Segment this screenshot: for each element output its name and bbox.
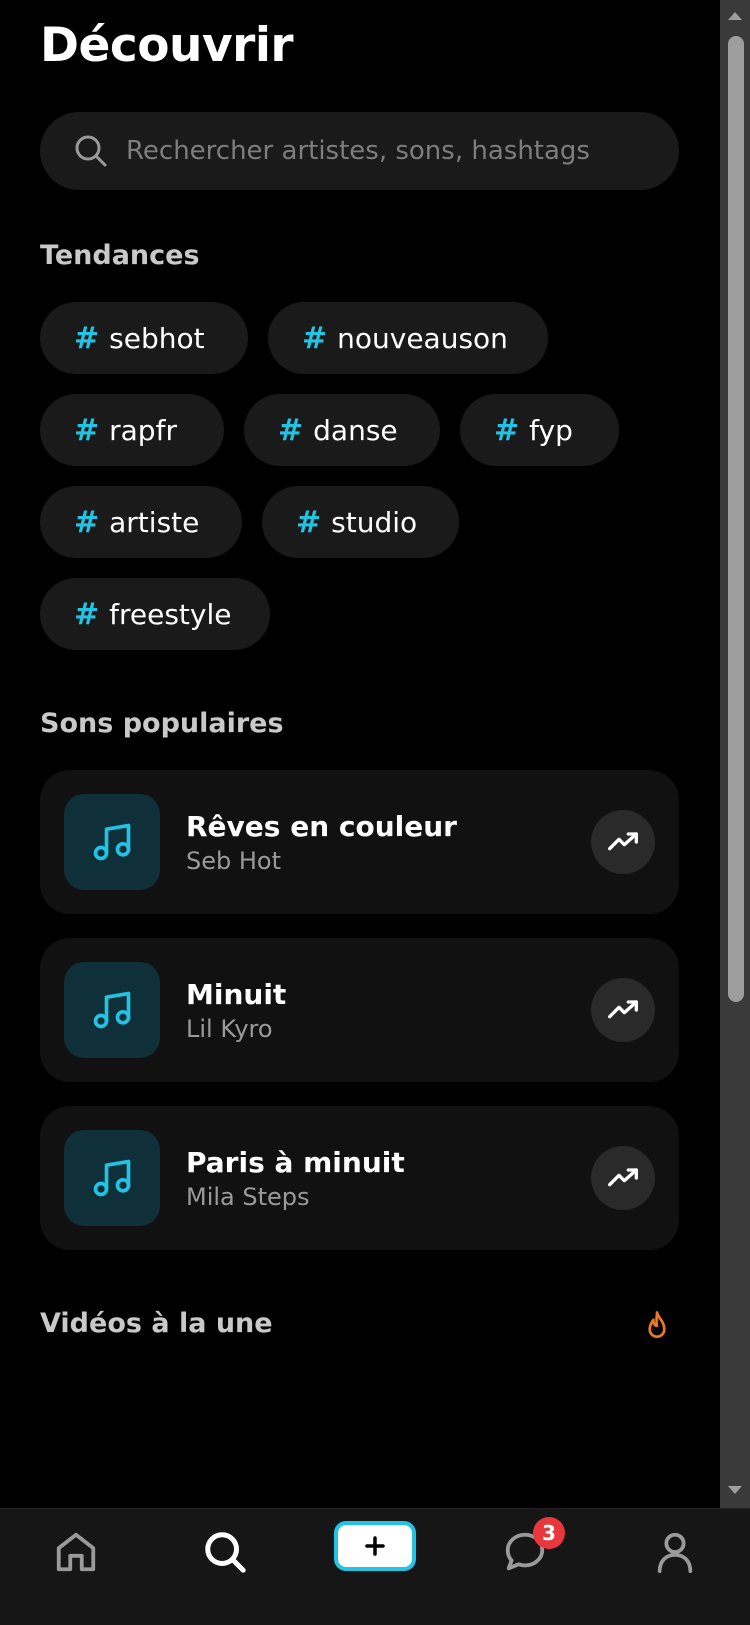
sound-cover (64, 962, 160, 1058)
hashtag-icon: # (74, 596, 100, 632)
trending-heading: Tendances (40, 240, 200, 271)
tag-chip[interactable]: # danse (244, 394, 440, 466)
sound-title: Rêves en couleur (186, 809, 457, 843)
tag-chip[interactable]: # artiste (40, 486, 242, 558)
scroll-up-arrow-icon[interactable] (727, 10, 743, 22)
sound-card[interactable]: Paris à minuit Mila Steps (40, 1106, 679, 1250)
sound-title: Paris à minuit (186, 1145, 405, 1179)
music-note-icon (93, 991, 131, 1029)
hashtag-icon: # (494, 412, 520, 448)
scrollbar-thumb[interactable] (728, 36, 744, 1002)
sound-artist: Lil Kyro (186, 1014, 273, 1043)
trending-tags: # sebhot # nouveauson # rapfr # danse # fyp #… (40, 302, 680, 670)
hashtag-icon: # (278, 412, 304, 448)
popular-sounds-heading: Sons populaires (40, 708, 284, 739)
popular-sounds-list: Rêves en couleur Seb Hot Minuit Lil Kyro… (40, 770, 679, 1274)
sound-cover (64, 794, 160, 890)
trending-button[interactable] (591, 810, 655, 874)
tag-label: sebhot (109, 321, 205, 355)
hashtag-icon: # (74, 320, 100, 356)
create-button[interactable] (334, 1521, 416, 1571)
tag-chip[interactable]: # rapfr (40, 394, 224, 466)
page-title: Découvrir (40, 18, 294, 73)
trending-button[interactable] (591, 978, 655, 1042)
tag-chip[interactable]: # freestyle (40, 578, 270, 650)
search-icon (75, 135, 107, 167)
scroll-down-arrow-icon[interactable] (727, 1484, 743, 1496)
tag-label: studio (331, 505, 418, 539)
search-input[interactable] (124, 135, 679, 167)
music-note-icon (93, 823, 131, 861)
tag-label: fyp (529, 413, 573, 447)
tag-label: danse (313, 413, 398, 447)
hashtag-icon: # (302, 320, 328, 356)
trending-up-icon (608, 1000, 638, 1019)
sound-card[interactable]: Minuit Lil Kyro (40, 938, 679, 1082)
hashtag-icon: # (74, 412, 100, 448)
tag-chip[interactable]: # sebhot (40, 302, 248, 374)
bottom-tab-bar: 3 (0, 1508, 750, 1625)
tag-label: nouveauson (337, 321, 508, 355)
music-note-icon (93, 1159, 131, 1197)
plus-icon (365, 1536, 385, 1556)
sound-cover (64, 1130, 160, 1226)
tag-chip[interactable]: # studio (262, 486, 459, 558)
home-icon[interactable] (53, 1529, 99, 1575)
tag-label: rapfr (109, 413, 177, 447)
sound-title: Minuit (186, 977, 287, 1011)
trending-up-icon (608, 832, 638, 851)
tag-label: freestyle (109, 597, 232, 631)
scrollbar[interactable] (720, 0, 750, 1508)
sound-card[interactable]: Rêves en couleur Seb Hot (40, 770, 679, 914)
sound-artist: Seb Hot (186, 846, 282, 875)
sound-artist: Mila Steps (186, 1182, 310, 1211)
search-tab-icon[interactable] (202, 1529, 248, 1575)
trending-up-icon (608, 1168, 638, 1187)
hashtag-icon: # (296, 504, 322, 540)
fire-icon (648, 1311, 666, 1338)
search-bar[interactable] (40, 112, 679, 190)
featured-videos-heading: Vidéos à la une (40, 1308, 273, 1339)
profile-icon[interactable] (652, 1529, 698, 1575)
tag-label: artiste (109, 505, 200, 539)
hashtag-icon: # (74, 504, 100, 540)
tag-chip[interactable]: # nouveauson (268, 302, 548, 374)
messages-badge: 3 (533, 1517, 565, 1549)
trending-button[interactable] (591, 1146, 655, 1210)
tag-chip[interactable]: # fyp (460, 394, 619, 466)
